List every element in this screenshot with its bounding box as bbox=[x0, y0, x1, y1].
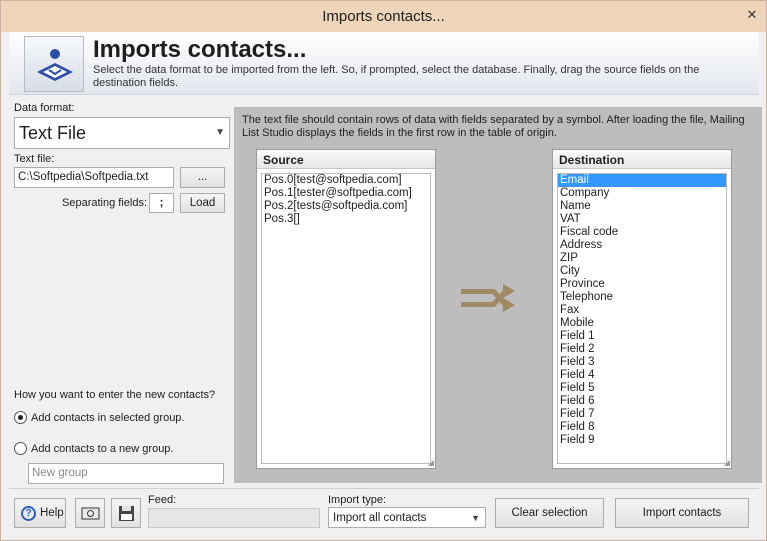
list-item[interactable]: Field 2 bbox=[558, 343, 726, 356]
chevron-down-icon: ▼ bbox=[471, 513, 480, 523]
list-item[interactable]: Telephone bbox=[558, 291, 726, 304]
import-type-label: Import type: bbox=[328, 494, 387, 506]
list-item[interactable]: ZIP bbox=[558, 252, 726, 265]
data-format-label: Data format: bbox=[14, 102, 75, 114]
save-button[interactable] bbox=[111, 498, 141, 528]
list-item[interactable]: Field 7 bbox=[558, 408, 726, 421]
list-item[interactable]: Field 3 bbox=[558, 356, 726, 369]
clear-selection-button[interactable]: Clear selection bbox=[495, 498, 604, 528]
list-item[interactable]: Pos.2[tests@softpedia.com] bbox=[262, 200, 430, 213]
close-icon[interactable]: ✕ bbox=[744, 7, 760, 23]
list-item[interactable]: Field 6 bbox=[558, 395, 726, 408]
feed-label: Feed: bbox=[148, 494, 177, 506]
floppy-disk-icon bbox=[119, 506, 134, 521]
import-contacts-window: Imports contacts... ✕ Imports contacts..… bbox=[0, 0, 767, 541]
map-arrow-icon bbox=[461, 284, 515, 312]
list-item[interactable]: City bbox=[558, 265, 726, 278]
list-item[interactable]: Province bbox=[558, 278, 726, 291]
list-item[interactable]: Field 5 bbox=[558, 382, 726, 395]
selected-group-label: Add contacts in selected group. bbox=[31, 412, 185, 424]
list-item[interactable]: Fiscal code bbox=[558, 226, 726, 239]
import-type-select[interactable]: Import all contacts ▼ bbox=[328, 507, 486, 528]
selected-group-radio[interactable] bbox=[14, 411, 27, 424]
window-title: Imports contacts... bbox=[322, 8, 445, 25]
feed-progress-bar bbox=[148, 508, 320, 528]
help-label: Help bbox=[40, 507, 64, 519]
entry-question: How you want to enter the new contacts? bbox=[14, 389, 216, 401]
help-button[interactable]: ? Help bbox=[14, 498, 66, 528]
import-type-value: Import all contacts bbox=[333, 512, 427, 524]
resize-grip-icon[interactable]: ◢ bbox=[428, 458, 434, 467]
data-format-select[interactable]: Text File ▼ bbox=[14, 117, 230, 149]
banknote-icon bbox=[81, 507, 100, 520]
new-group-radio[interactable] bbox=[14, 442, 27, 455]
source-list: Source Pos.0[test@softpedia.com] Pos.1[te… bbox=[256, 149, 436, 469]
source-header: Source bbox=[257, 150, 435, 169]
list-item[interactable]: Company bbox=[558, 187, 726, 200]
list-item[interactable]: Name bbox=[558, 200, 726, 213]
list-item[interactable]: Fax bbox=[558, 304, 726, 317]
destination-items[interactable]: Email Company Name VAT Fiscal code Address ZIP… bbox=[557, 173, 727, 464]
text-file-input[interactable]: C:\Softpedia\Softpedia.txt bbox=[14, 167, 174, 188]
list-item[interactable]: Mobile bbox=[558, 317, 726, 330]
help-icon: ? bbox=[21, 506, 36, 521]
list-item[interactable]: Email bbox=[558, 174, 726, 187]
import-logo-icon bbox=[24, 36, 84, 92]
separator-input[interactable]: ; bbox=[149, 193, 174, 213]
data-format-value: Text File bbox=[19, 123, 87, 143]
list-item[interactable]: Field 1 bbox=[558, 330, 726, 343]
list-item[interactable]: Field 4 bbox=[558, 369, 726, 382]
chevron-down-icon: ▼ bbox=[215, 127, 225, 138]
list-item[interactable]: VAT bbox=[558, 213, 726, 226]
list-item[interactable]: Field 8 bbox=[558, 421, 726, 434]
page-description: Select the data format to be imported fr… bbox=[93, 64, 700, 89]
list-item[interactable]: Address bbox=[558, 239, 726, 252]
separating-fields-label: Separating fields: bbox=[62, 197, 147, 209]
list-item[interactable]: Pos.1[tester@softpedia.com] bbox=[262, 187, 430, 200]
resize-grip-icon[interactable]: ◢ bbox=[724, 458, 730, 467]
money-button[interactable] bbox=[75, 498, 105, 528]
title-bar: Imports contacts... ✕ bbox=[1, 1, 766, 32]
page-title: Imports contacts... bbox=[93, 36, 307, 63]
header-panel: Imports contacts... Select the data form… bbox=[9, 32, 759, 95]
source-items[interactable]: Pos.0[test@softpedia.com] Pos.1[tester@so… bbox=[261, 173, 431, 464]
list-item[interactable]: Pos.3[] bbox=[262, 213, 430, 226]
list-item[interactable]: Field 9 bbox=[558, 434, 726, 447]
text-file-label: Text file: bbox=[14, 153, 55, 165]
mapping-instructions: The text file should contain rows of dat… bbox=[242, 114, 745, 139]
list-item[interactable]: Pos.0[test@softpedia.com] bbox=[262, 174, 430, 187]
new-group-label: Add contacts to a new group. bbox=[31, 443, 174, 455]
new-group-input[interactable]: New group bbox=[28, 463, 224, 484]
destination-header: Destination bbox=[553, 150, 731, 169]
destination-list: Destination Email Company Name VAT Fiscal co… bbox=[552, 149, 732, 469]
load-button[interactable]: Load bbox=[180, 193, 225, 213]
browse-button[interactable]: ... bbox=[180, 167, 225, 188]
import-contacts-button[interactable]: Import contacts bbox=[615, 498, 749, 528]
